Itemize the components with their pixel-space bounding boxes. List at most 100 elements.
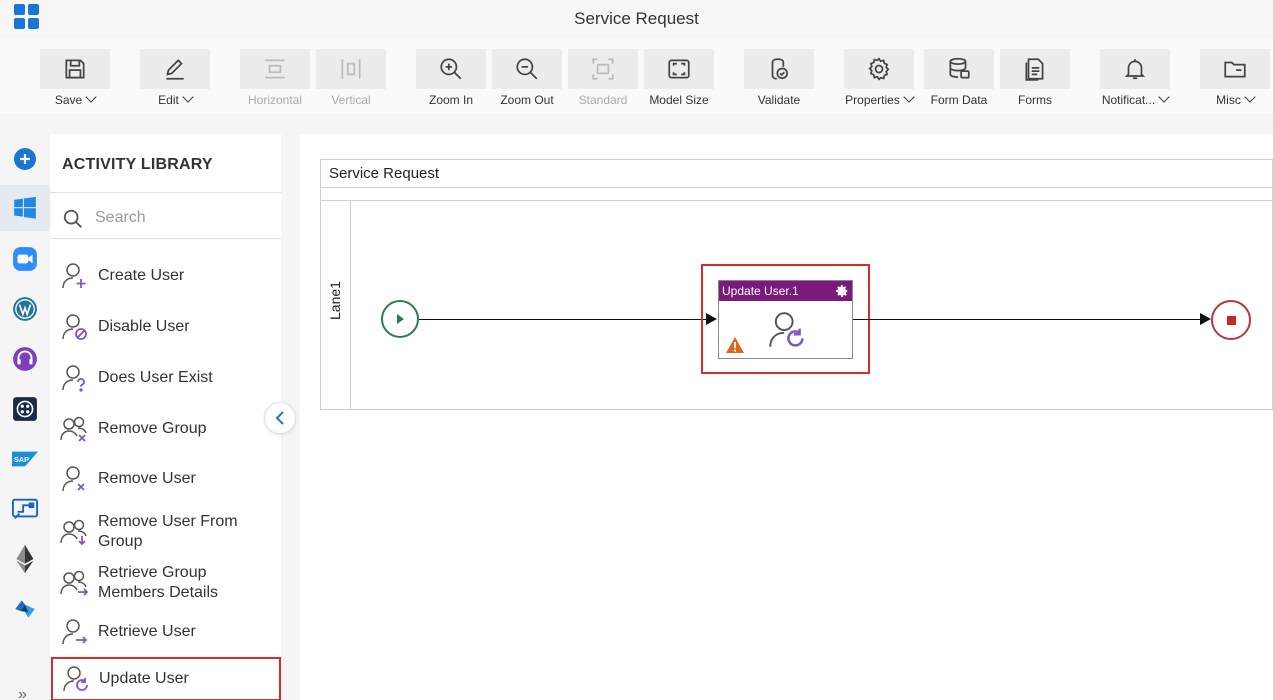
library-item-does-user-exist[interactable]: Does User Exist: [52, 360, 278, 396]
standard-button[interactable]: Standard: [568, 49, 638, 111]
pool-title: Service Request: [321, 160, 1272, 188]
library-item-label: Remove User: [98, 470, 196, 487]
save-button[interactable]: Save: [40, 49, 110, 111]
library-item-label: Retrieve User: [98, 623, 196, 640]
notifications-button[interactable]: Notificat...: [1100, 49, 1170, 111]
user-update-icon: [63, 666, 88, 692]
group-retrieve-icon: [60, 570, 89, 596]
group-user-remove-icon: [60, 519, 87, 546]
library-item-retrieve-user[interactable]: Retrieve User: [52, 614, 278, 650]
save-label: Save: [54, 93, 83, 107]
misc-button[interactable]: Misc: [1200, 49, 1270, 111]
fit-screen-icon: [668, 59, 690, 79]
user-retrieve-icon: [62, 619, 88, 645]
model-size-label: Model Size: [649, 93, 709, 107]
database-icon: [949, 57, 970, 79]
edit-button[interactable]: Edit: [140, 49, 210, 111]
library-item-label: Disable User: [98, 318, 190, 335]
misc-label: Misc: [1216, 93, 1241, 107]
page-title: Service Request: [574, 9, 699, 28]
task-title: Update User.1: [722, 284, 799, 298]
form-data-button[interactable]: Form Data: [924, 49, 994, 111]
warning-icon: [726, 337, 744, 353]
update-user-task[interactable]: Update User.1: [718, 280, 853, 359]
process-canvas[interactable]: Service Request Lane1 Update User.1: [300, 134, 1273, 700]
magento-connector-icon[interactable]: [12, 596, 38, 622]
svg-text:SAP: SAP: [14, 455, 29, 464]
validate-icon: [771, 58, 788, 80]
library-item-remove-user[interactable]: Remove User: [52, 461, 278, 497]
library-item-create-user[interactable]: Create User: [52, 258, 278, 294]
properties-button[interactable]: Properties: [844, 49, 915, 111]
chevron-down-icon: [182, 91, 194, 103]
horizontal-button[interactable]: Horizontal: [240, 49, 310, 111]
chevron-down-icon: [85, 91, 97, 103]
zoom-in-button[interactable]: Zoom In: [416, 49, 486, 111]
library-search: [60, 204, 270, 232]
end-event[interactable]: [1211, 300, 1251, 340]
library-item-label: Create User: [98, 267, 185, 284]
edit-label: Edit: [158, 93, 179, 107]
library-item-label: Update User: [99, 670, 189, 687]
library-item-remove-user-from-group[interactable]: Remove User From Group: [52, 512, 278, 552]
search-input[interactable]: [95, 206, 265, 230]
forms-label: Forms: [1018, 93, 1052, 107]
vertical-label: Vertical: [331, 93, 371, 107]
ethereum-connector-icon[interactable]: [12, 545, 38, 573]
sequence-flow[interactable]: [853, 319, 1201, 320]
gear-icon: [868, 57, 890, 81]
lane-label: Lane1: [327, 281, 343, 320]
user-add-icon: [62, 263, 86, 289]
zoom-connector-icon[interactable]: [12, 246, 38, 272]
windows-connector-icon[interactable]: [0, 185, 50, 231]
connector-rail: SAP »: [0, 134, 50, 700]
properties-label: Properties: [845, 93, 900, 107]
expand-rail-icon[interactable]: »: [18, 686, 27, 700]
start-event[interactable]: [381, 300, 419, 338]
workflow-connector-icon[interactable]: [12, 496, 38, 522]
library-item-label: Retrieve Group Members Details: [98, 564, 219, 601]
library-item-retrieve-group-members-details[interactable]: Retrieve Group Members Details: [52, 563, 278, 603]
model-size-button[interactable]: Model Size: [644, 49, 714, 111]
vertical-button[interactable]: Vertical: [316, 49, 386, 111]
zoom-out-button[interactable]: Zoom Out: [492, 49, 562, 111]
library-item-label: Remove User From Group: [98, 513, 238, 550]
twilio-connector-icon[interactable]: [12, 396, 38, 422]
sequence-flow[interactable]: [419, 319, 707, 320]
forms-button[interactable]: Forms: [1000, 49, 1070, 111]
pencil-icon: [166, 59, 184, 80]
arrowhead: [1200, 313, 1211, 325]
forms-icon: [1025, 58, 1044, 81]
library-item-label: Remove Group: [98, 420, 207, 437]
task-header: Update User.1: [719, 281, 852, 301]
notifications-label: Notificat...: [1101, 93, 1156, 107]
save-icon: [65, 59, 85, 79]
chevron-left-icon: [275, 411, 284, 425]
pool[interactable]: Service Request Lane1 Update User.1: [320, 159, 1273, 410]
library-item-update-user[interactable]: Update User: [51, 657, 281, 700]
activity-library: ACTIVITY LIBRARY Create User Disable Use…: [50, 134, 281, 700]
stop-icon: [1226, 315, 1236, 325]
group-remove-icon: [60, 416, 87, 442]
bell-icon: [1124, 59, 1146, 80]
support-connector-icon[interactable]: [12, 346, 38, 372]
library-item-disable-user[interactable]: Disable User: [52, 309, 278, 345]
validate-button[interactable]: Validate: [744, 49, 814, 111]
sap-connector-icon[interactable]: SAP: [12, 446, 38, 472]
gear-icon[interactable]: [835, 284, 849, 298]
user-update-icon: [769, 312, 804, 347]
library-item-label: Does User Exist: [98, 369, 213, 386]
vertical-align-icon: [341, 59, 361, 79]
collapse-library-button[interactable]: [264, 402, 296, 434]
wordpress-connector-icon[interactable]: [12, 296, 38, 322]
validate-label: Validate: [757, 93, 801, 107]
library-item-remove-group[interactable]: Remove Group: [52, 411, 278, 447]
folder-icon: [1224, 61, 1246, 78]
library-title: ACTIVITY LIBRARY: [62, 156, 213, 173]
user-disable-icon: [62, 314, 87, 340]
chevron-down-icon: [1244, 91, 1256, 103]
chevron-down-icon: [903, 91, 915, 103]
add-connector-icon[interactable]: [12, 146, 38, 172]
lane-header[interactable]: Lane1: [321, 200, 351, 409]
zoom-in-icon: [440, 58, 462, 80]
